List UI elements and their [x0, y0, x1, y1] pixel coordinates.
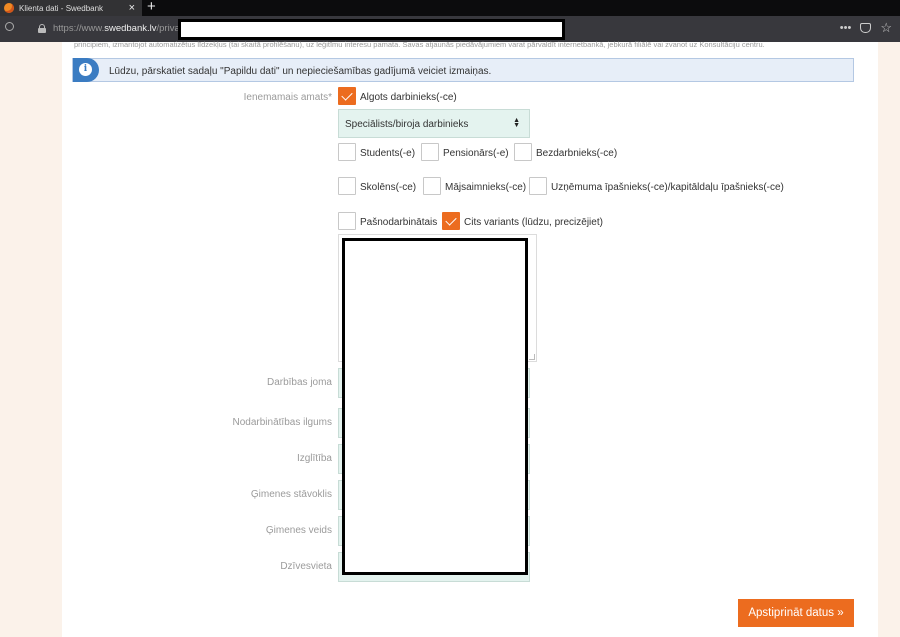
browser-tab-bar: Klienta dati - Swedbank × + [0, 0, 900, 16]
toolbar-right: ••• ☆ [840, 21, 892, 34]
work-area-label: Darbības joma [266, 377, 332, 388]
info-notice: i Lūdzu, pārskatiet sadaļu "Papildu dati… [72, 58, 854, 82]
info-icon: i [79, 63, 92, 76]
identity-icon[interactable] [5, 22, 14, 31]
checkbox-unemployed[interactable] [514, 143, 532, 161]
lock-icon[interactable] [38, 24, 46, 33]
tab-close-icon[interactable]: × [129, 1, 135, 15]
checkbox-label: Algots darbinieks(-ce) [360, 92, 457, 103]
nav-icons [5, 22, 20, 31]
checkbox-homemaker[interactable] [423, 177, 441, 195]
bookmark-star-icon[interactable]: ☆ [880, 21, 892, 34]
new-tab-icon[interactable]: + [147, 0, 156, 15]
confirm-data-button[interactable]: Apstiprināt datus » [738, 599, 854, 627]
url-field[interactable]: https://www.swedbank.lv/privat [53, 23, 182, 34]
info-text: Lūdzu, pārskatiet sadaļu "Papildu dati" … [109, 66, 492, 77]
residence-label: Dzīvesvieta [280, 561, 332, 572]
checkbox-label: Pensionārs(-e) [443, 148, 509, 159]
browser-tab[interactable]: Klienta dati - Swedbank × [0, 0, 142, 16]
checkbox-salaried-employee[interactable] [338, 87, 356, 105]
checkbox-pupil[interactable] [338, 177, 356, 195]
tab-title: Klienta dati - Swedbank [19, 3, 104, 13]
redacted-url-block [178, 19, 565, 40]
marital-status-label: Ģimenes stāvoklis [250, 489, 332, 500]
checkbox-other-option[interactable] [442, 212, 460, 230]
page-actions-menu-icon[interactable]: ••• [840, 22, 852, 34]
pocket-icon[interactable] [860, 23, 872, 33]
checkbox-label: Bezdarbnieks(-ce) [536, 148, 618, 159]
family-type-label: Ģimenes veids [265, 525, 332, 536]
education-label: Izglītība [296, 453, 332, 464]
checkbox-label: Skolēns(-ce) [360, 182, 417, 193]
info-badge: i [73, 58, 99, 82]
checkbox-self-employed[interactable] [338, 212, 356, 230]
checkbox-label: Pašnodarbinātais [360, 217, 438, 228]
checkbox-label: Students(-e) [360, 148, 416, 159]
resize-grip-icon[interactable] [529, 354, 535, 360]
select-arrows-icon: ▲ ▼ [513, 117, 520, 129]
form-page: principiem, izmantojot automatizētus līd… [62, 40, 878, 637]
checkbox-label: Uzņēmuma īpašnieks(-ce)/kapitāldaļu īpaš… [551, 182, 784, 193]
position-select[interactable]: Speciālists/biroja darbinieks ▲ ▼ [338, 109, 530, 138]
swedbank-favicon-icon [4, 3, 14, 13]
income-label: Ienemamais amats* [243, 92, 332, 103]
consent-text: principiem, izmantojot automatizētus līd… [74, 40, 765, 49]
checkbox-label: Cits variants (lūdzu, precizējiet) [464, 217, 603, 228]
redacted-content-block [342, 238, 528, 575]
employment-length-label: Nodarbinātības ilgums [232, 417, 333, 428]
checkbox-student[interactable] [338, 143, 356, 161]
checkbox-business-owner[interactable] [529, 177, 547, 195]
position-select-value: Speciālists/biroja darbinieks [345, 119, 469, 130]
checkbox-label: Mājsaimnieks(-ce) [445, 182, 527, 193]
checkbox-pensioner[interactable] [421, 143, 439, 161]
